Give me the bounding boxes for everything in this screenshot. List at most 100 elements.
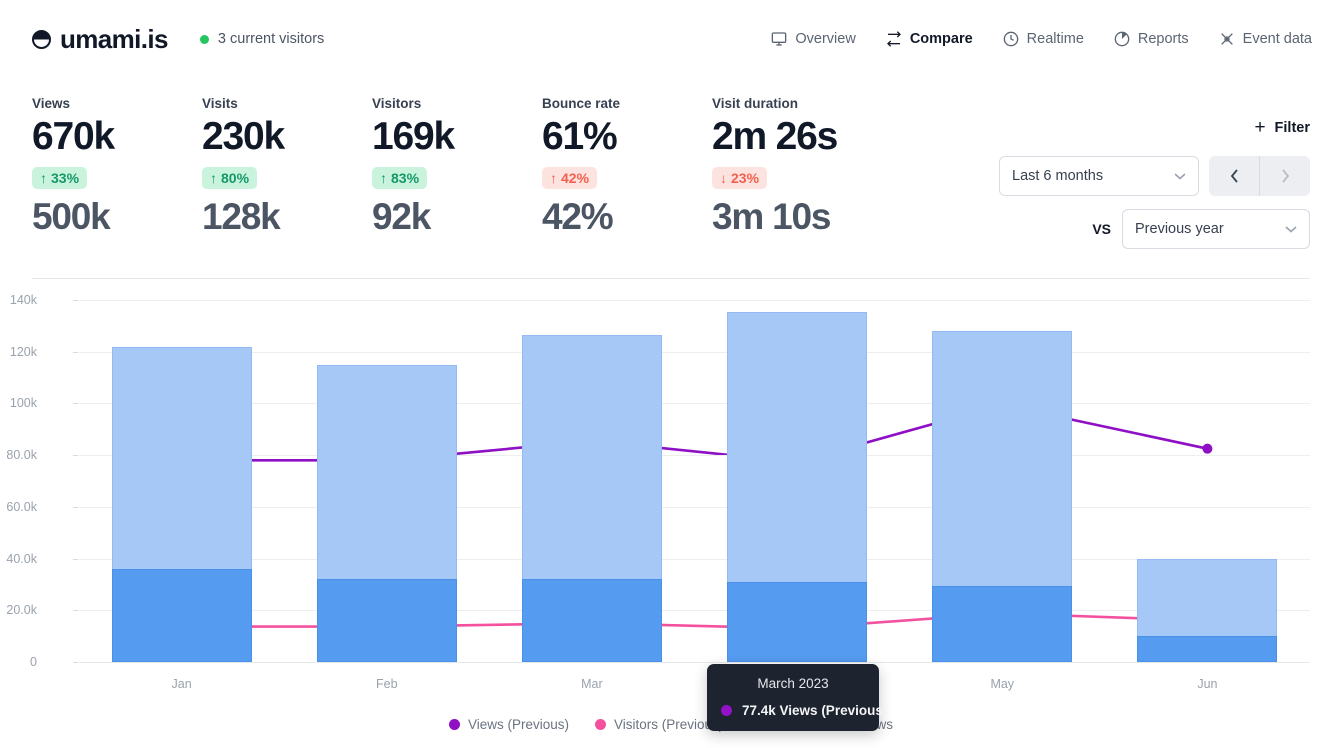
previous-period-button[interactable] bbox=[1209, 156, 1259, 196]
online-status-dot-icon bbox=[200, 35, 209, 44]
nav-item-compare[interactable]: Compare bbox=[886, 31, 973, 47]
chevron-down-icon bbox=[1174, 169, 1186, 183]
metric-previous-value: 3m 10s bbox=[712, 198, 882, 237]
y-axis-tick-mark bbox=[73, 662, 78, 663]
nav-label-compare: Compare bbox=[910, 31, 973, 47]
nav-item-overview[interactable]: Overview bbox=[771, 31, 855, 47]
chart-gridline bbox=[79, 455, 1310, 456]
date-range-select[interactable]: Last 6 months bbox=[999, 156, 1199, 196]
metric-value: 61% bbox=[542, 116, 712, 159]
date-range-value: Last 6 months bbox=[1012, 168, 1103, 184]
chart-tooltip: March 2023 77.4k Views (Previous) bbox=[707, 664, 879, 731]
metric-value: 670k bbox=[32, 116, 202, 159]
metric-previous-value: 92k bbox=[372, 198, 542, 237]
y-axis-tick-label: 120k bbox=[0, 345, 37, 359]
metric-label: Views bbox=[32, 96, 202, 111]
comparison-chart: 140k120k100k80.0k60.0k40.0k20.0k0JanFebM… bbox=[0, 286, 1342, 748]
bar-visitors[interactable] bbox=[522, 579, 662, 662]
change-direction-icon: ↑ bbox=[40, 170, 47, 186]
nav-label-reports: Reports bbox=[1138, 31, 1189, 47]
metric-card-visits: Visits 230k ↑ 80% 128k bbox=[202, 96, 372, 237]
brand[interactable]: umami.is bbox=[32, 24, 168, 55]
chart-gridline bbox=[79, 662, 1310, 663]
y-axis-tick-label: 40.0k bbox=[0, 552, 37, 566]
compare-arrows-icon bbox=[886, 31, 902, 47]
tooltip-series-dot-icon bbox=[721, 705, 732, 716]
chart-gridline bbox=[79, 352, 1310, 353]
metric-label: Visitors bbox=[372, 96, 542, 111]
tooltip-title: March 2023 bbox=[721, 676, 865, 691]
y-axis-tick-mark bbox=[73, 507, 78, 508]
app-header: umami.is 3 current visitors Overview Com… bbox=[0, 0, 1342, 78]
main-nav: Overview Compare Realtime Reports Event … bbox=[771, 31, 1312, 47]
change-direction-icon: ↑ bbox=[210, 170, 217, 186]
change-value: 23% bbox=[731, 170, 759, 186]
metric-label: Bounce rate bbox=[542, 96, 712, 111]
bar-visitors[interactable] bbox=[1137, 636, 1277, 662]
next-period-button[interactable] bbox=[1260, 156, 1310, 196]
change-value: 33% bbox=[51, 170, 79, 186]
compare-row: VS Previous year bbox=[960, 209, 1310, 249]
metric-change-badge: ↑ 42% bbox=[542, 167, 597, 189]
chevron-down-icon bbox=[1285, 222, 1297, 236]
legend-item[interactable]: Visitors (Previous) bbox=[595, 717, 723, 732]
add-filter-button[interactable]: + Filter bbox=[1254, 118, 1310, 137]
pie-chart-icon bbox=[1114, 31, 1130, 47]
x-axis-tick-label: May bbox=[990, 677, 1014, 691]
compare-mode-select[interactable]: Previous year bbox=[1122, 209, 1310, 249]
controls-panel: + Filter Last 6 months VS Previous year bbox=[960, 118, 1310, 249]
current-visitors-label: 3 current visitors bbox=[218, 31, 324, 47]
y-axis-tick-label: 20.0k bbox=[0, 603, 37, 617]
umami-logo-icon bbox=[32, 30, 51, 49]
metric-previous-value: 42% bbox=[542, 198, 712, 237]
y-axis-tick-mark bbox=[73, 403, 78, 404]
bar-visitors[interactable] bbox=[317, 579, 457, 662]
chart-plot-area: 140k120k100k80.0k60.0k40.0k20.0k0JanFebM… bbox=[79, 300, 1310, 662]
chart-gridline bbox=[79, 610, 1310, 611]
brand-name: umami.is bbox=[60, 24, 168, 55]
y-axis-tick-mark bbox=[73, 300, 78, 301]
chart-gridline bbox=[79, 403, 1310, 404]
change-direction-icon: ↑ bbox=[550, 170, 557, 186]
nav-item-realtime[interactable]: Realtime bbox=[1003, 31, 1084, 47]
y-axis-tick-mark bbox=[73, 610, 78, 611]
metric-change-badge: ↑ 80% bbox=[202, 167, 257, 189]
legend-color-dot-icon bbox=[449, 719, 460, 730]
section-divider bbox=[32, 278, 1310, 279]
data-point[interactable] bbox=[1202, 444, 1212, 454]
bar-visitors[interactable] bbox=[727, 582, 867, 662]
chart-gridline bbox=[79, 507, 1310, 508]
change-value: 80% bbox=[221, 170, 249, 186]
chart-gridline bbox=[79, 559, 1310, 560]
y-axis-tick-label: 60.0k bbox=[0, 500, 37, 514]
plus-icon: + bbox=[1254, 118, 1265, 137]
y-axis-tick-label: 140k bbox=[0, 293, 37, 307]
metric-previous-value: 500k bbox=[32, 198, 202, 237]
metric-card-visitors: Visitors 169k ↑ 83% 92k bbox=[372, 96, 542, 237]
x-axis-tick-label: Jun bbox=[1197, 677, 1217, 691]
x-axis-tick-label: Mar bbox=[581, 677, 603, 691]
legend-color-dot-icon bbox=[595, 719, 606, 730]
nav-label-overview: Overview bbox=[795, 31, 855, 47]
filter-row: + Filter bbox=[960, 118, 1310, 137]
nav-item-reports[interactable]: Reports bbox=[1114, 31, 1189, 47]
date-range-row: Last 6 months bbox=[960, 156, 1310, 196]
event-data-icon bbox=[1219, 31, 1235, 47]
metric-change-badge: ↓ 23% bbox=[712, 167, 767, 189]
nav-item-event-data[interactable]: Event data bbox=[1219, 31, 1312, 47]
tooltip-entry: 77.4k Views (Previous) bbox=[721, 703, 865, 718]
bar-visitors[interactable] bbox=[112, 569, 252, 662]
tooltip-entry-text: 77.4k Views (Previous) bbox=[742, 703, 887, 718]
metric-previous-value: 128k bbox=[202, 198, 372, 237]
vs-label: VS bbox=[1092, 221, 1111, 237]
change-value: 83% bbox=[391, 170, 419, 186]
change-direction-icon: ↑ bbox=[380, 170, 387, 186]
chart-gridline bbox=[79, 300, 1310, 301]
bar-visitors[interactable] bbox=[932, 586, 1072, 662]
chart-legend: Views (Previous)Visitors (Previous)Visit… bbox=[0, 717, 1342, 732]
y-axis-tick-mark bbox=[73, 455, 78, 456]
metric-value: 169k bbox=[372, 116, 542, 159]
legend-item[interactable]: Views (Previous) bbox=[449, 717, 569, 732]
metric-card-views: Views 670k ↑ 33% 500k bbox=[32, 96, 202, 237]
clock-icon bbox=[1003, 31, 1019, 47]
